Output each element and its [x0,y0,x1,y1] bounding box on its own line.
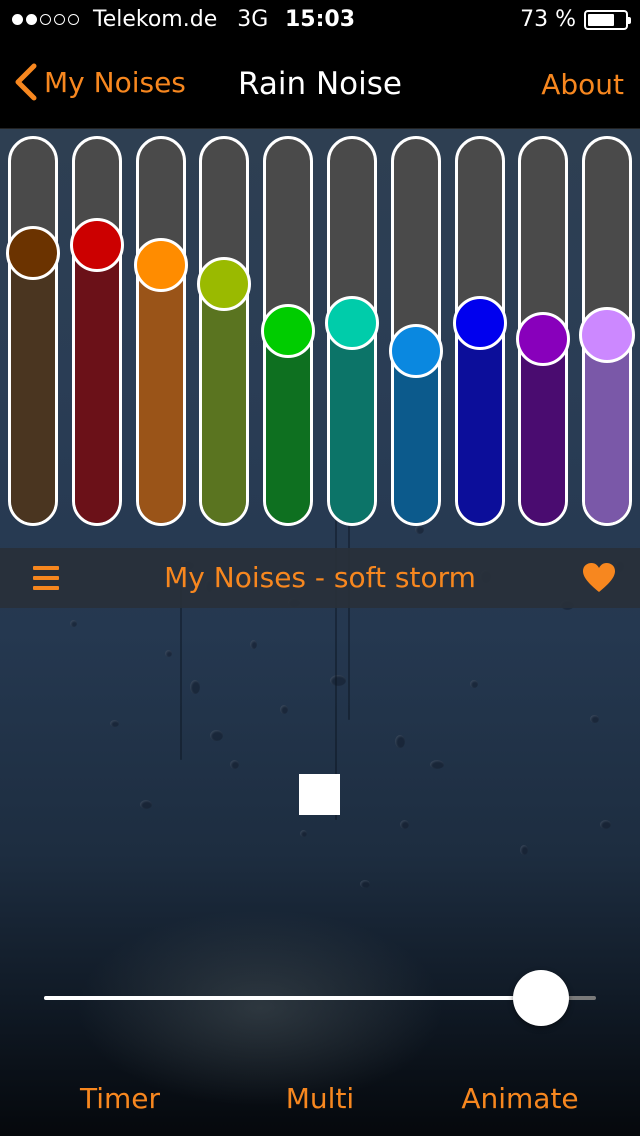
eq-knob-8[interactable] [453,296,507,351]
eq-knob-5[interactable] [261,304,315,358]
heart-icon[interactable] [582,562,616,594]
tab-animate[interactable]: Animate [461,1082,578,1115]
tab-multi[interactable]: Multi [286,1082,354,1115]
network-type: 3G [237,7,269,32]
signal-dot [12,14,23,25]
eq-slider-fill [458,323,502,523]
eq-knob-2[interactable] [70,218,124,273]
raindrop [330,675,346,686]
raindrop [110,720,119,727]
raindrop [140,800,152,809]
raindrop [70,620,77,627]
status-bar: Telekom.de 3G 15:03 73 % [0,0,640,40]
raindrop [400,820,409,829]
eq-knob-4[interactable] [197,257,251,312]
eq-knob-7[interactable] [389,323,443,378]
menu-line [33,586,59,590]
raindrop [300,830,307,837]
navigation-bar: My Noises Rain Noise About [0,40,640,129]
eq-knob-9[interactable] [516,311,570,366]
volume-fill [44,996,541,1000]
volume-slider[interactable] [44,970,596,1026]
eq-knob-6[interactable] [325,296,379,351]
battery-fill [588,13,615,26]
about-button[interactable]: About [541,68,624,101]
signal-strength-icon [12,14,79,25]
battery-icon [584,9,631,30]
menu-line [33,566,59,570]
eq-knob-10[interactable] [579,306,635,363]
raindrop [250,640,257,649]
raindrop [360,880,370,888]
raindrop [600,820,611,829]
raindrop [280,705,288,714]
raindrop [165,650,172,657]
equalizer [0,128,640,538]
back-button[interactable]: My Noises [14,62,186,102]
preset-title: My Noises - soft storm [164,561,476,594]
raindrop [210,730,223,741]
eq-knob-1[interactable] [6,226,60,280]
raindrop [395,735,405,748]
raindrop [590,715,599,723]
eq-slider-fill [11,254,55,523]
raindrop [190,680,200,694]
status-bar-left: Telekom.de 3G [12,7,268,32]
preset-bar: My Noises - soft storm [0,548,640,608]
status-bar-right: 73 % [520,7,631,32]
bottom-tab-bar: Timer Multi Animate [0,1082,640,1132]
eq-knob-3[interactable] [134,237,188,292]
eq-slider-3[interactable] [136,136,186,526]
signal-dot [54,14,65,25]
raindrop [230,760,239,769]
hamburger-menu-icon[interactable] [33,566,59,590]
eq-slider-fill [521,338,565,523]
eq-slider-fill [75,246,119,523]
menu-line [33,576,59,580]
eq-slider-4[interactable] [199,136,249,526]
eq-slider-fill [202,284,246,523]
chevron-left-icon [15,63,37,101]
eq-slider-1[interactable] [8,136,58,526]
back-button-label: My Noises [44,65,186,99]
eq-slider-fill [585,334,629,523]
battery-percent: 73 % [520,7,576,32]
raindrop [470,680,478,688]
raindrop [520,845,528,855]
eq-slider-2[interactable] [72,136,122,526]
tab-timer[interactable]: Timer [80,1082,160,1115]
signal-dot [26,14,37,25]
signal-dot [68,14,79,25]
stop-icon[interactable] [299,774,340,815]
eq-slider-fill [139,265,183,523]
volume-thumb[interactable] [512,970,569,1026]
eq-slider-fill [266,331,310,523]
carrier-label: Telekom.de [93,7,218,32]
signal-dot [40,14,51,25]
raindrop [430,760,444,769]
eq-slider-fill [330,323,374,523]
